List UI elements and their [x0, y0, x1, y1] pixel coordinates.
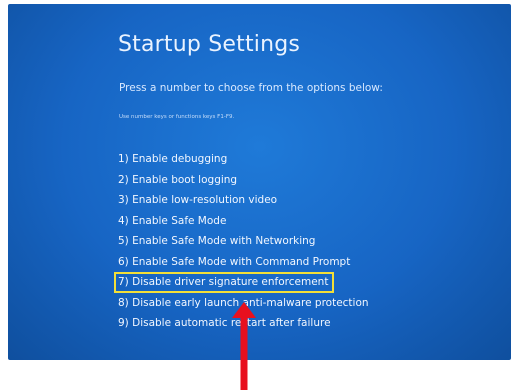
option-enable-low-resolution-video[interactable]: 3) Enable low-resolution video: [118, 194, 277, 206]
option-enable-safe-mode-networking[interactable]: 5) Enable Safe Mode with Networking: [118, 235, 315, 247]
option-enable-safe-mode-command-prompt[interactable]: 6) Enable Safe Mode with Command Prompt: [118, 256, 350, 268]
startup-settings-screen: Startup Settings Press a number to choos…: [8, 4, 511, 360]
up-arrow-icon: [232, 302, 256, 390]
option-enable-debugging[interactable]: 1) Enable debugging: [118, 153, 227, 165]
option-enable-safe-mode[interactable]: 4) Enable Safe Mode: [118, 215, 226, 227]
key-hint-text: Use number keys or functions keys F1-F9.: [119, 114, 235, 120]
instruction-text: Press a number to choose from the option…: [119, 82, 383, 94]
option-disable-automatic-restart[interactable]: 9) Disable automatic restart after failu…: [118, 317, 331, 329]
option-disable-driver-signature-enforcement[interactable]: 7) Disable driver signature enforcement: [113, 272, 335, 293]
screenshot-frame: Startup Settings Press a number to choos…: [0, 0, 523, 390]
option-enable-boot-logging[interactable]: 2) Enable boot logging: [118, 174, 237, 186]
page-title: Startup Settings: [118, 32, 301, 57]
